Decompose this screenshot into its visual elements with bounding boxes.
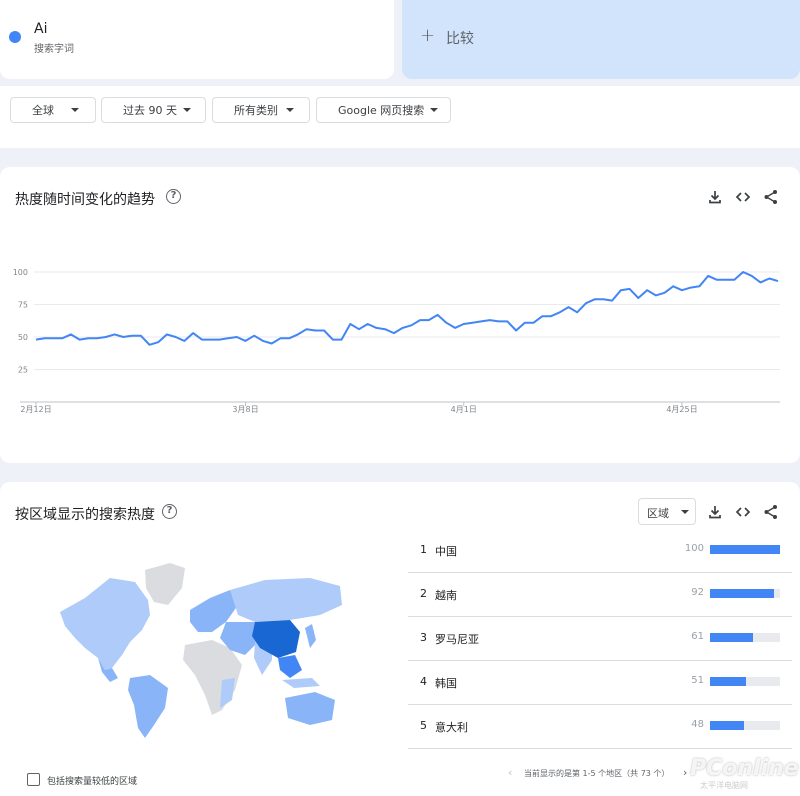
region-resolution-select[interactable]: 区域 [638, 498, 696, 525]
region-bar-track [710, 589, 780, 598]
region-name: 越南 [435, 589, 457, 602]
map-region-greenland[interactable] [145, 563, 185, 605]
region-bar [710, 633, 753, 642]
caret-down-icon [681, 510, 689, 514]
location-filter[interactable]: 全球 [10, 97, 96, 123]
y-tick-label: 50 [18, 333, 28, 342]
region-row[interactable]: 1 中国 100 [408, 529, 792, 573]
time-filter[interactable]: 过去 90 天 [101, 97, 206, 123]
pager-prev-icon[interactable]: ‹ [508, 766, 512, 779]
region-row[interactable]: 4 韩国 51 [408, 661, 792, 705]
y-tick-label: 25 [18, 366, 28, 375]
trend-line-chart: 25 50 75 100 2月12日 3月8日 4月1日 4月25日 [13, 268, 780, 414]
download-icon[interactable] [706, 503, 724, 521]
region-bar [710, 721, 744, 730]
region-value: 61 [691, 631, 704, 642]
search-term-name: Ai [34, 21, 48, 37]
compare-card[interactable]: + 比较 [402, 0, 800, 79]
caret-down-icon [286, 108, 294, 112]
region-rank: 5 [420, 719, 427, 732]
search-type-filter-label: Google 网页搜索 [338, 104, 425, 117]
search-term-type: 搜索字词 [34, 44, 74, 55]
region-rank: 3 [420, 631, 427, 644]
region-bar-track [710, 677, 780, 686]
region-value: 51 [691, 675, 704, 686]
map-region-australia[interactable] [285, 692, 335, 725]
region-row[interactable]: 2 越南 92 [408, 573, 792, 617]
compare-label: 比较 [446, 31, 474, 47]
category-filter[interactable]: 所有类别 [212, 97, 310, 123]
location-filter-label: 全球 [32, 104, 54, 117]
help-icon[interactable]: ? [162, 504, 177, 519]
interest-over-time-card: 热度随时间变化的趋势 ? 25 50 75 100 2月12日 3月8日 4月1日 4月25日 [0, 167, 800, 463]
x-tick-label: 4月1日 [451, 405, 477, 414]
caret-down-icon [183, 108, 191, 112]
map-region-russia[interactable] [230, 578, 342, 622]
region-bar [710, 589, 775, 598]
region-rank: 2 [420, 587, 427, 600]
watermark-logo: PConline [690, 756, 799, 781]
region-rank: 4 [420, 675, 427, 688]
search-type-filter[interactable]: Google 网页搜索 [316, 97, 451, 123]
region-row[interactable]: 5 意大利 48 [408, 705, 792, 749]
pager-next-icon[interactable]: › [683, 766, 687, 779]
share-icon[interactable] [762, 503, 780, 521]
embed-code-icon[interactable] [734, 503, 752, 521]
map-region-africa[interactable] [183, 640, 242, 715]
region-value: 48 [691, 719, 704, 730]
add-icon: + [420, 25, 436, 46]
interest-by-region-title: 按区域显示的搜索热度 [15, 507, 155, 523]
region-bar [710, 677, 746, 686]
y-tick-label: 75 [18, 301, 28, 310]
region-bar-track [710, 721, 780, 730]
region-bar [710, 545, 780, 554]
category-filter-label: 所有类别 [234, 104, 278, 117]
map-region-south-america[interactable] [128, 675, 168, 738]
map-region-east-africa[interactable] [220, 678, 235, 708]
region-row[interactable]: 3 罗马尼亚 61 [408, 617, 792, 661]
x-tick-label: 3月8日 [232, 405, 258, 414]
low-volume-checkbox-label: 包括搜索量较低的区域 [47, 777, 138, 787]
region-name: 中国 [435, 545, 457, 558]
watermark-sub: 太平洋电脑网 [700, 781, 748, 790]
pager-status: 当前显示的是第 1-5 个地区（共 73 个） [524, 769, 670, 778]
region-name: 意大利 [435, 721, 468, 734]
map-region-southeast-asia[interactable] [278, 655, 302, 678]
region-select-label: 区域 [647, 507, 669, 520]
y-tick-label: 100 [13, 268, 28, 277]
x-tick-label: 2月12日 [20, 405, 51, 414]
region-name: 韩国 [435, 677, 457, 690]
region-value: 100 [684, 543, 704, 554]
caret-down-icon [71, 108, 79, 112]
low-volume-checkbox[interactable] [27, 773, 40, 786]
trend-series-line[interactable] [35, 271, 779, 346]
term-color-dot [9, 31, 21, 43]
map-region-north-america[interactable] [60, 578, 150, 670]
region-rank: 1 [420, 543, 427, 556]
region-bar-track [710, 633, 780, 642]
world-map[interactable] [50, 560, 350, 740]
region-bar-track [710, 545, 780, 554]
x-tick-label: 4月25日 [666, 405, 697, 414]
time-filter-label: 过去 90 天 [123, 104, 177, 117]
region-name: 罗马尼亚 [435, 633, 479, 646]
filter-bar: 全球 过去 90 天 所有类别 Google 网页搜索 [0, 86, 800, 148]
caret-down-icon [430, 108, 439, 112]
map-region-indonesia[interactable] [282, 678, 320, 688]
region-value: 92 [691, 587, 704, 598]
map-region-japan[interactable] [305, 624, 316, 648]
search-term-card[interactable]: Ai 搜索字词 [0, 0, 394, 79]
